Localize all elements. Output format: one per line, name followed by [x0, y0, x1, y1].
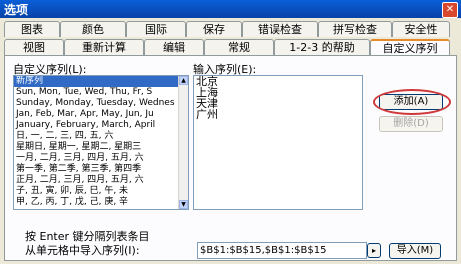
list-item[interactable]: Jan, Feb, Mar, Apr, May, Jun, Ju	[14, 109, 188, 120]
tab-error-checking[interactable]: 错误检查	[242, 21, 318, 37]
entry-line: 广州	[196, 108, 218, 121]
close-icon[interactable]: ✕	[442, 2, 458, 18]
list-item[interactable]: 正月, 二月, 三月, 四月, 五月, 六	[14, 175, 188, 186]
entry-line: 北京	[196, 75, 218, 88]
list-item[interactable]: 第一季, 第二季, 第三季, 第四季	[14, 164, 188, 175]
entry-line: 上海	[196, 86, 218, 99]
tab-general[interactable]: 常规	[204, 39, 274, 55]
tab-row-2: 视图 重新计算 编辑 常规 1-2-3 的帮助 自定义序列	[4, 39, 450, 57]
custom-lists-panel: 自定义序列(L): 新序列 Sun, Mon, Tue, Wed, Thu, F…	[4, 55, 457, 261]
list-item[interactable]: 星期日, 星期一, 星期二, 星期三	[14, 142, 188, 153]
list-item[interactable]: 甲, 乙, 丙, 丁, 戊, 己, 庚, 辛	[14, 197, 188, 208]
delete-button: 删除(D)	[379, 116, 443, 132]
list-item[interactable]: 子, 丑, 寅, 卯, 辰, 巳, 午, 未	[14, 186, 188, 197]
highlight-ring	[373, 89, 451, 115]
custom-lists-listbox[interactable]: 新序列 Sun, Mon, Tue, Wed, Thu, Fr, S Sunda…	[13, 75, 189, 210]
title-bar: 选项 ✕	[0, 0, 461, 18]
list-item[interactable]: Sunday, Monday, Tuesday, Wednes	[14, 98, 188, 109]
list-item[interactable]: 新序列	[14, 76, 188, 87]
tab-row-1: 图表 颜色 国际 保存 错误检查 拼写检查 安全性	[4, 21, 450, 38]
import-button[interactable]: 导入(M)	[389, 243, 441, 259]
options-dialog: 图表 颜色 国际 保存 错误检查 拼写检查 安全性 视图 重新计算 编辑 常规 …	[0, 18, 461, 264]
tab-edit[interactable]: 编辑	[144, 39, 204, 55]
tab-view[interactable]: 视图	[4, 39, 64, 55]
import-label: 从单元格中导入序列(I):	[25, 244, 140, 257]
list-item[interactable]: 一月, 二月, 三月, 四月, 五月, 六	[14, 153, 188, 164]
list-scrollbar[interactable]: ▲ ▼	[178, 76, 188, 209]
scroll-down-arrow-icon[interactable]: ▼	[179, 200, 188, 209]
entry-line: 天津	[196, 97, 218, 110]
tab-lotus-help[interactable]: 1-2-3 的帮助	[274, 39, 370, 55]
tab-spelling[interactable]: 拼写检查	[318, 21, 392, 37]
tab-save[interactable]: 保存	[186, 21, 242, 37]
tab-international[interactable]: 国际	[126, 21, 186, 37]
collapse-dialog-icon[interactable]: ▸	[367, 243, 381, 258]
list-entries-textarea[interactable]: 北京 上海 天津 广州	[193, 75, 363, 210]
tab-charts[interactable]: 图表	[4, 21, 60, 37]
list-item[interactable]: January, February, March, April	[14, 120, 188, 131]
window-title: 选项	[4, 3, 29, 17]
tab-colors[interactable]: 颜色	[60, 21, 126, 37]
scroll-up-arrow-icon[interactable]: ▲	[179, 76, 188, 85]
list-item[interactable]: 日, 一, 二, 三, 四, 五, 六	[14, 131, 188, 142]
tab-security[interactable]: 安全性	[392, 21, 450, 37]
tab-calculation[interactable]: 重新计算	[64, 39, 144, 55]
list-item[interactable]: Sun, Mon, Tue, Wed, Thu, Fr, S	[14, 87, 188, 98]
import-range-input[interactable]: $B$1:$B$15,$B$1:$B$15	[197, 242, 367, 259]
